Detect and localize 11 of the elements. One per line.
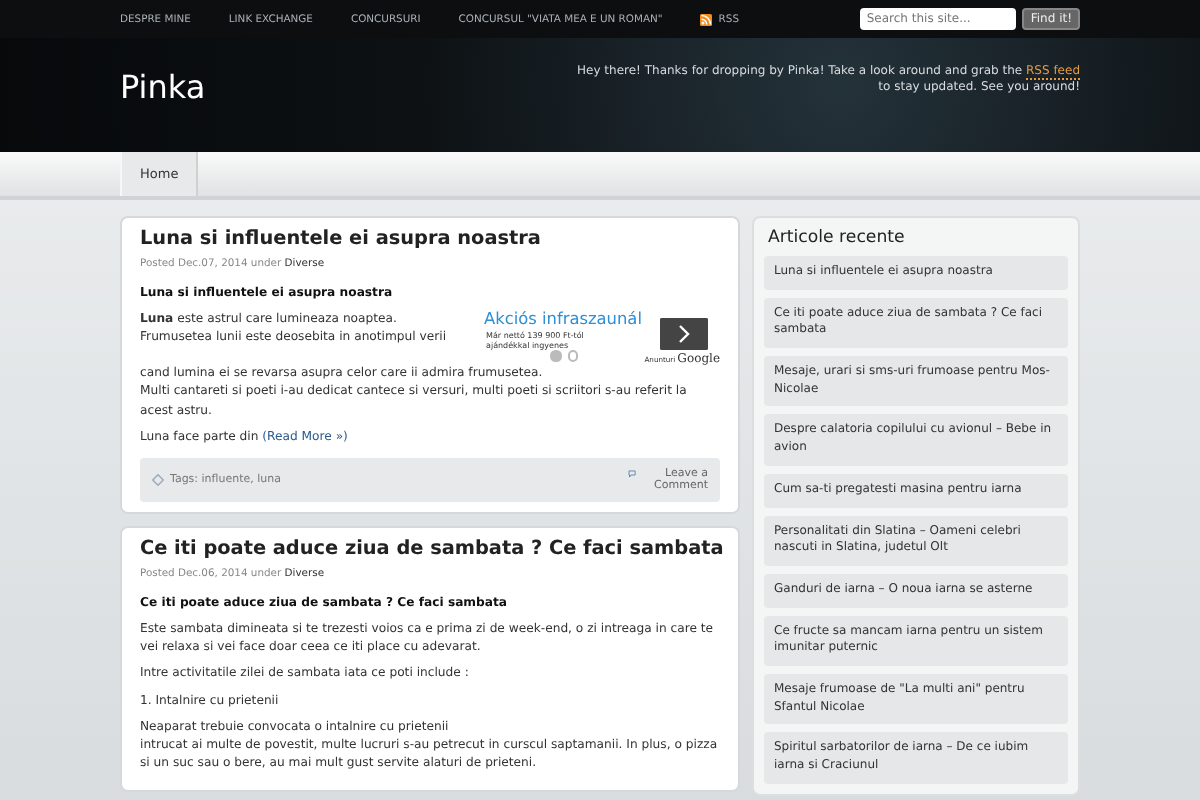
pager-dot[interactable] xyxy=(550,350,561,362)
pager-dot[interactable] xyxy=(567,350,578,362)
next-arrow-icon[interactable] xyxy=(660,318,708,351)
ad-title[interactable]: Akciós infraszaunál xyxy=(484,308,642,329)
site-title[interactable]: Pinka xyxy=(120,68,206,106)
speech-bubble-icon xyxy=(628,467,637,480)
rss-icon xyxy=(700,13,713,25)
tag-icon xyxy=(152,473,164,486)
post-title[interactable]: Luna si influentele ei asupra noastra xyxy=(140,228,720,253)
sidebar-title: Articole recente xyxy=(768,228,907,248)
post-title[interactable]: Ce iti poate aduce ziua de sambata ? Ce faci sambata xyxy=(140,537,720,562)
